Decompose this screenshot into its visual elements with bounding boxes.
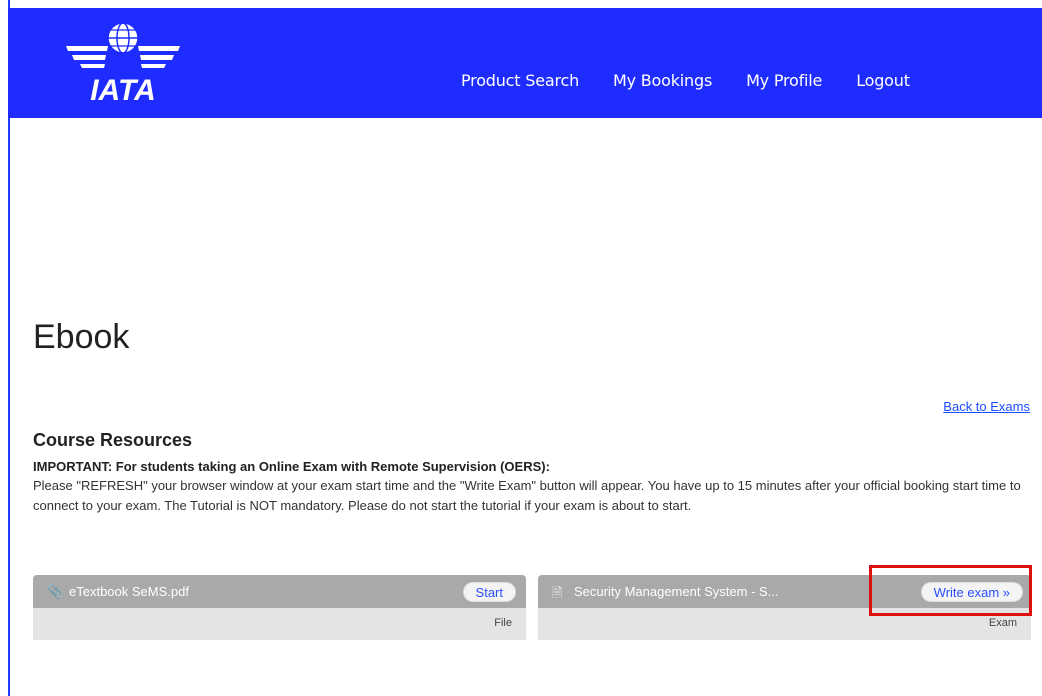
nav-my-profile[interactable]: My Profile xyxy=(746,71,822,90)
nav-my-bookings[interactable]: My Bookings xyxy=(613,71,712,90)
resource-card-footer: File xyxy=(33,608,526,640)
resource-type: File xyxy=(494,617,512,629)
resource-name: Security Management System - S... xyxy=(574,584,779,599)
important-notice-heading: IMPORTANT: For students taking an Online… xyxy=(33,459,550,474)
document-icon: 🗎 xyxy=(552,585,563,600)
paperclip-icon: 📎 xyxy=(47,584,64,599)
write-exam-highlight-box xyxy=(869,565,1032,616)
course-resources-heading: Course Resources xyxy=(33,430,193,450)
oers-instructions: Please "REFRESH" your browser window at … xyxy=(33,478,1021,513)
site-header: IATA Product Search My Bookings My Profi… xyxy=(8,8,1042,118)
page-title: Ebook xyxy=(33,318,130,356)
resource-type: Exam xyxy=(988,617,1017,629)
back-to-exams-link[interactable]: Back to Exams xyxy=(943,399,1030,414)
main-nav: Product Search My Bookings My Profile Lo… xyxy=(461,71,944,90)
nav-logout[interactable]: Logout xyxy=(856,71,910,90)
resource-name: eTextbook SeMS.pdf xyxy=(69,584,189,599)
start-button[interactable]: Start xyxy=(462,582,516,602)
nav-product-search[interactable]: Product Search xyxy=(461,71,579,90)
iata-logo[interactable]: IATA xyxy=(58,16,188,106)
logo-text: IATA xyxy=(90,74,156,106)
resource-card-header: 📎 eTextbook SeMS.pdf Start xyxy=(33,575,526,608)
resource-card-ebook: 📎 eTextbook SeMS.pdf Start File xyxy=(33,575,526,640)
